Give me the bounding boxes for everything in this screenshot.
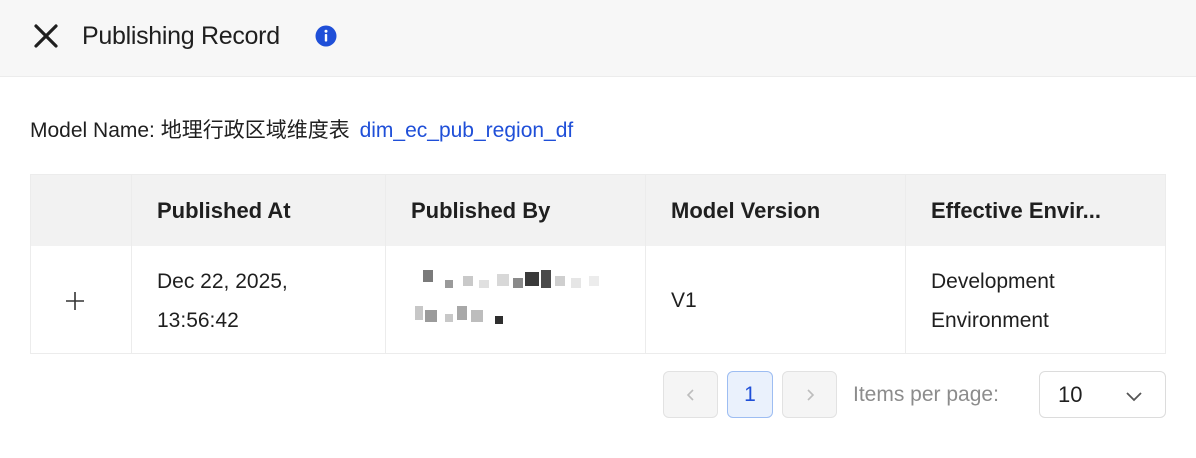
plus-icon[interactable] [65, 291, 85, 311]
page-title: Publishing Record [82, 22, 280, 50]
dialog-header: Publishing Record [0, 0, 1196, 77]
model-name-label: Model Name: [30, 119, 155, 142]
column-header-model-version: Model Version [671, 198, 821, 223]
model-name-line: Model Name: 地理行政区域维度表 dim_ec_pub_region_… [30, 116, 573, 146]
page-1-button[interactable]: 1 [727, 371, 773, 418]
close-button[interactable] [30, 20, 62, 52]
environment-line-2: Environment [931, 308, 1049, 332]
column-header-effective-environment: Effective Envir... [931, 198, 1101, 223]
items-per-page-label: Items per page: [853, 383, 999, 406]
column-header-published-by: Published By [411, 198, 551, 223]
published-at-date: Dec 22, 2025, [157, 269, 288, 293]
chevron-left-icon [686, 388, 694, 401]
chevron-down-icon [1126, 392, 1142, 402]
model-chinese-name: 地理行政区域维度表 [160, 119, 350, 142]
model-table-link[interactable]: dim_ec_pub_region_df [360, 119, 574, 142]
close-icon[interactable] [33, 23, 59, 49]
table-header: Published At Published By Model Version … [31, 175, 1165, 246]
column-header-expand [31, 175, 131, 246]
previous-page-button[interactable] [663, 371, 718, 418]
environment-cell: Development Environment [931, 246, 1161, 353]
items-per-page-value: 10 [1058, 381, 1083, 407]
table-row[interactable]: Dec 22, 2025, 13:56:42 V1 Development En… [31, 246, 1165, 353]
environment-line-1: Development [931, 269, 1055, 293]
items-per-page-select[interactable]: 10 [1039, 371, 1166, 418]
column-header-published-at: Published At [157, 198, 291, 223]
expand-row-button[interactable] [65, 246, 85, 353]
chevron-right-icon [806, 388, 814, 401]
next-page-button[interactable] [782, 371, 837, 418]
published-at-cell: Dec 22, 2025, 13:56:42 [157, 246, 377, 353]
publishing-record-table: Published At Published By Model Version … [30, 174, 1166, 354]
model-version-cell: V1 [671, 289, 697, 312]
info-icon[interactable] [315, 25, 337, 47]
published-at-time: 13:56:42 [157, 308, 239, 332]
redacted-username [415, 270, 615, 330]
published-by-cell [385, 246, 645, 353]
